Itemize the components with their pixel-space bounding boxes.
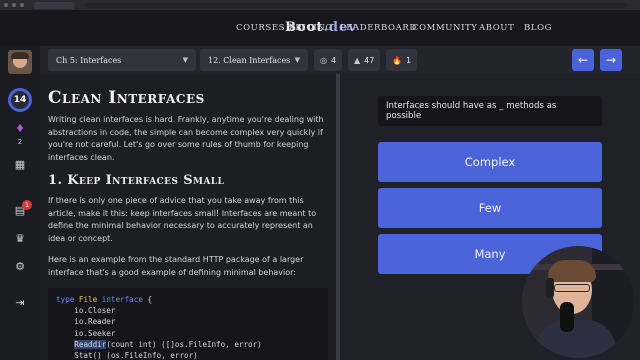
previous-lesson-button[interactable]: ← xyxy=(572,49,594,71)
address-bar[interactable] xyxy=(86,2,628,8)
warning-icon: ▲ xyxy=(354,55,361,65)
nav-link-pricing[interactable]: Pricing xyxy=(289,23,333,33)
nav-link-community[interactable]: Community xyxy=(412,23,478,33)
target-icon: ◎ xyxy=(320,55,327,65)
lesson-label: 12. Clean Interfaces xyxy=(208,55,291,65)
warning-count: 47 xyxy=(364,55,375,65)
window-dot-icon[interactable] xyxy=(20,3,24,7)
lesson-paragraph-1: If there is only one piece of advice tha… xyxy=(48,196,317,243)
map-icon[interactable]: ▦ xyxy=(12,158,28,174)
flame-count: 1 xyxy=(405,55,412,65)
code-line: io.Seeker xyxy=(56,328,116,338)
code-line: type File interface { xyxy=(56,295,153,304)
warning-badge[interactable]: ▲ 47 xyxy=(348,49,381,71)
nav-link-blog[interactable]: Blog xyxy=(524,23,552,33)
microphone-icon xyxy=(560,302,574,332)
lesson-pane: Clean Interfaces Writing clean interface… xyxy=(40,74,336,360)
quiz-question: Interfaces should have as _ methods as p… xyxy=(378,96,602,126)
next-lesson-button[interactable]: → xyxy=(600,49,622,71)
gear-icon[interactable]: ⚙ xyxy=(12,260,28,276)
webcam-overlay xyxy=(522,246,634,358)
chapter-label: Ch 5: Interfaces xyxy=(56,55,122,65)
code-line: Readdir(count int) ([]os.FileInfo, error… xyxy=(74,339,262,349)
trophy-icon[interactable]: ♛ xyxy=(12,232,28,248)
lesson-title: Clean Interfaces xyxy=(48,88,205,108)
answer-button-complex[interactable]: Complex xyxy=(378,142,602,182)
chevron-down-icon: ▼ xyxy=(294,56,300,64)
browser-chrome xyxy=(0,0,640,10)
answer-button-few[interactable]: Few xyxy=(378,188,602,228)
lesson-intro: Writing clean interfaces is hard. Frankl… xyxy=(48,115,324,162)
gem-icon[interactable]: ♦ xyxy=(12,122,28,138)
target-badge[interactable]: ◎ 4 xyxy=(314,49,343,71)
level-indicator[interactable]: 14 xyxy=(8,88,32,112)
chapter-select[interactable]: Ch 5: Interfaces ▼ xyxy=(48,49,196,71)
lesson-select[interactable]: 12. Clean Interfaces ▼ xyxy=(200,49,308,71)
arrow-left-icon: ← xyxy=(577,53,589,67)
flame-badge[interactable]: 🔥 1 xyxy=(386,49,418,71)
top-navigation: Boot.dev Courses Pricing Leaderboard Com… xyxy=(0,10,640,46)
avatar[interactable] xyxy=(8,50,32,74)
gem-count: 2 xyxy=(17,138,23,146)
chevron-down-icon: ▼ xyxy=(182,56,188,64)
target-count: 4 xyxy=(330,55,337,65)
window-dot-icon[interactable] xyxy=(4,3,8,7)
sidebar: 14 ♦ 2 ▦ ▤ 1 ♛ ⚙ ⇥ xyxy=(0,46,40,360)
window-dot-icon[interactable] xyxy=(12,3,16,7)
code-line: io.Closer xyxy=(56,306,116,316)
logout-icon[interactable]: ⇥ xyxy=(12,296,28,312)
code-block[interactable]: type File interface { io.Closer io.Reade… xyxy=(48,288,328,360)
code-line: Stat() (os.FileInfo, error) xyxy=(56,351,198,360)
browser-tab[interactable] xyxy=(34,1,74,9)
nav-link-leaderboard[interactable]: Leaderboard xyxy=(340,23,417,33)
nav-link-courses[interactable]: Courses xyxy=(236,23,285,33)
lesson-toolbar: Ch 5: Interfaces ▼ 12. Clean Interfaces … xyxy=(40,46,640,74)
selected-text: Readdir xyxy=(74,339,107,349)
notification-badge: 1 xyxy=(22,200,32,210)
lesson-paragraph-2: Here is an example from the standard HTT… xyxy=(48,255,304,277)
nav-link-about[interactable]: About xyxy=(479,23,514,33)
code-line: io.Reader xyxy=(56,317,116,327)
flame-icon: 🔥 xyxy=(392,55,402,65)
arrow-right-icon: → xyxy=(605,53,617,67)
section-title: 1. Keep Interfaces Small xyxy=(48,173,225,188)
